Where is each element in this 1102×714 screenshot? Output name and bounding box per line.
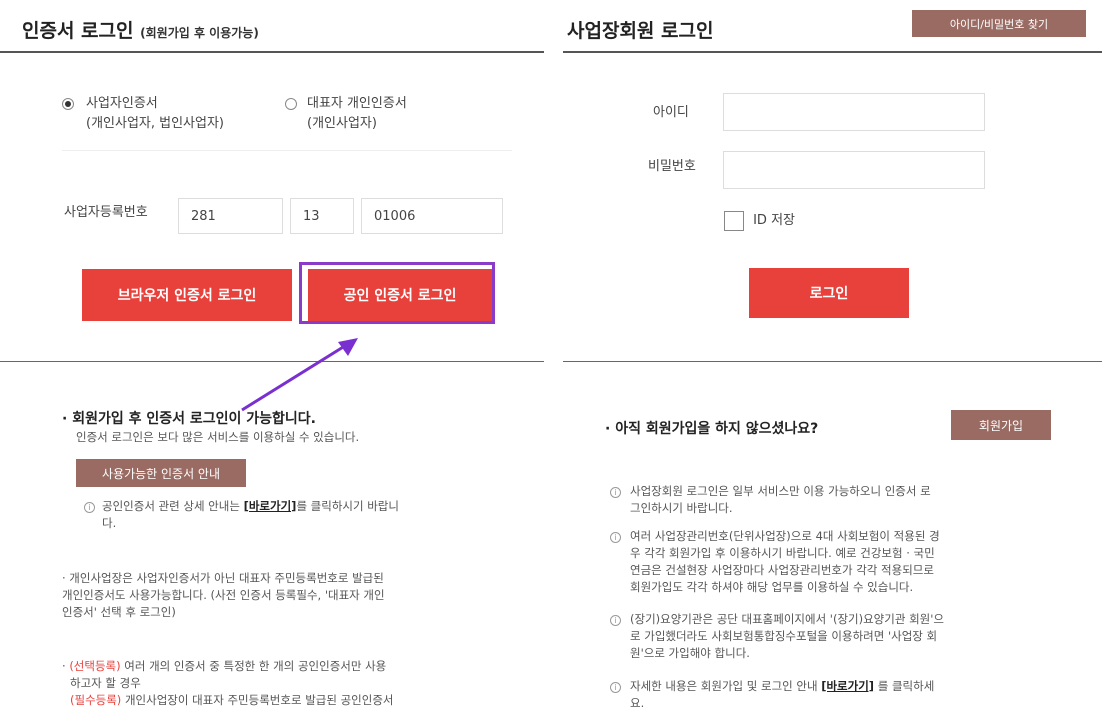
cert-info-3-line3: 개인사업장이 대표자 주민등록번호로 발급된 공인인증서 [121, 693, 394, 707]
cert-info-1: 공인인증서 관련 상세 안내는 [바로가기]를 클릭하시기 바랍니 다. [102, 498, 522, 532]
password-input[interactable] [723, 151, 985, 189]
cert-detail-link[interactable]: [바로가기] [244, 499, 297, 513]
cert-info-1-text-b: 를 클릭하시기 바랍니 [296, 499, 399, 513]
checkbox-icon[interactable] [724, 210, 744, 231]
join-question: · 아직 회원가입을 하지 않으셨나요? [605, 421, 819, 437]
biz-info-3-line1: (장기)요양기관은 공단 대표홈페이지에서 '(장기)요양기관 회원'으 [630, 612, 944, 626]
cert-info-3-line1: 여러 개의 인증서 중 특정한 한 개의 공인인증서만 사용 [120, 659, 387, 673]
left-header-divider [0, 51, 544, 53]
biz-info-4-text-c: 요. [630, 696, 645, 710]
cert-login-title: 인증서 로그인 (회원가입 후 이용가능) [22, 16, 259, 43]
highlight-box [299, 262, 495, 324]
cert-info-3-line2: 하고자 할 경우 [70, 676, 141, 690]
cert-info-2: · 개인사업장은 사업자인증서가 아닌 대표자 주민등록번호로 발급된 개인인증… [62, 570, 532, 621]
id-label: 아이디 [653, 105, 689, 120]
biz-info-1-line2: 그인하시기 바랍니다. [630, 501, 733, 515]
radio-business-label: 사업자인증서 (개인사업자, 법인사업자) [86, 94, 224, 134]
radio-icon[interactable] [285, 98, 297, 110]
cert-guide-button[interactable]: 사용가능한 인증서 안내 [76, 459, 246, 487]
required-register-tag: (필수등록) [70, 693, 122, 707]
cert-login-title-text: 인증서 로그인 [22, 20, 134, 42]
info-icon: i [610, 615, 621, 626]
cert-notice-title: · 회원가입 후 인증서 로그인이 가능합니다. [62, 411, 316, 427]
biz-info-3-line2: 로 가입했더라도 사회보험통합징수포털을 이용하려면 '사업장 회 [630, 629, 938, 643]
biz-info-1: 사업장회원 로그인은 일부 서비스만 이용 가능하오니 인증서 로 그인하시기 … [630, 483, 1070, 517]
biz-info-2-line1: 여러 사업장관리번호(단위사업장)으로 4대 사회보험이 적용된 경 [630, 529, 940, 543]
id-input[interactable] [723, 93, 985, 131]
radio-personal-line2: (개인사업자) [307, 116, 377, 131]
radio-business-line1: 사업자인증서 [86, 96, 158, 111]
biz-info-4-text: 자세한 내용은 회원가입 및 로그인 안내 [630, 679, 822, 693]
cert-login-subtitle: (회원가입 후 이용가능) [140, 26, 259, 40]
right-header-divider [563, 51, 1102, 53]
save-id-label: ID 저장 [753, 212, 795, 228]
info-icon: i [610, 682, 621, 693]
save-id-checkbox[interactable]: ID 저장 [724, 210, 795, 231]
radio-business-line2: (개인사업자, 법인사업자) [86, 116, 225, 131]
radio-personal-line1: 대표자 개인인증서 [307, 96, 407, 111]
password-label: 비밀번호 [648, 159, 696, 174]
annotation-arrow [241, 338, 358, 412]
info-icon: i [610, 487, 621, 498]
biz-info-2-line3: 연금은 건설현장 사업장마다 사업장관리번호가 각각 적용되므로 [630, 563, 934, 577]
select-register-tag: (선택등록) [69, 659, 121, 673]
bizno-field-1[interactable]: 281 [178, 198, 283, 234]
biz-info-4: 자세한 내용은 회원가입 및 로그인 안내 [바로가기] 를 클릭하세 요. [630, 678, 1070, 712]
cert-info-2-line1: · 개인사업장은 사업자인증서가 아닌 대표자 주민등록번호로 발급된 [62, 571, 384, 585]
browser-cert-login-button[interactable]: 브라우저 인증서 로그인 [82, 269, 292, 321]
cert-notice-subtitle: 인증서 로그인은 보다 많은 서비스를 이용하실 수 있습니다. [76, 430, 360, 444]
cert-info-2-line2: 개인인증서도 사용가능합니다. (사전 인증서 등록필수, '대표자 개인 [62, 588, 385, 602]
biz-info-4-text-b: 를 클릭하세 [874, 679, 935, 693]
right-section-divider [563, 361, 1102, 362]
bizno-field-3[interactable]: 01006 [361, 198, 503, 234]
cert-info-1-text-c: 다. [102, 516, 117, 530]
biz-info-2-line4: 회원가입도 각각 하셔야 해당 업무를 이용하실 수 있습니다. [630, 580, 914, 594]
cert-info-3: · (선택등록) 여러 개의 인증서 중 특정한 한 개의 공인인증서만 사용 … [62, 658, 532, 709]
info-icon: i [84, 502, 95, 513]
bizno-field-2[interactable]: 13 [290, 198, 354, 234]
cert-info-1-text: 공인인증서 관련 상세 안내는 [102, 499, 244, 513]
login-button[interactable]: 로그인 [749, 268, 909, 318]
biz-info-1-line1: 사업장회원 로그인은 일부 서비스만 이용 가능하오니 인증서 로 [630, 484, 931, 498]
bizno-label: 사업자등록번호 [64, 205, 148, 220]
info-icon: i [610, 532, 621, 543]
biz-info-3: (장기)요양기관은 공단 대표홈페이지에서 '(장기)요양기관 회원'으 로 가… [630, 611, 1070, 662]
radio-personal-label: 대표자 개인인증서 (개인사업자) [307, 94, 407, 134]
login-guide-link[interactable]: [바로가기] [821, 679, 874, 693]
biz-info-3-line3: 원'으로 가입해야 합니다. [630, 646, 750, 660]
biz-info-2-line2: 우 각각 회원가입 후 이용하시기 바랍니다. 예로 건강보험 · 국민 [630, 546, 935, 560]
radio-icon[interactable] [62, 98, 74, 110]
cert-info-2-line3: 인증서' 선택 후 로그인) [62, 605, 176, 619]
find-id-password-button[interactable]: 아이디/비밀번호 찾기 [912, 10, 1086, 37]
radio-divider [62, 150, 512, 151]
biz-login-title: 사업장회원 로그인 [567, 20, 714, 42]
biz-info-2: 여러 사업장관리번호(단위사업장)으로 4대 사회보험이 적용된 경 우 각각 … [630, 528, 1070, 596]
join-button[interactable]: 회원가입 [951, 410, 1051, 440]
